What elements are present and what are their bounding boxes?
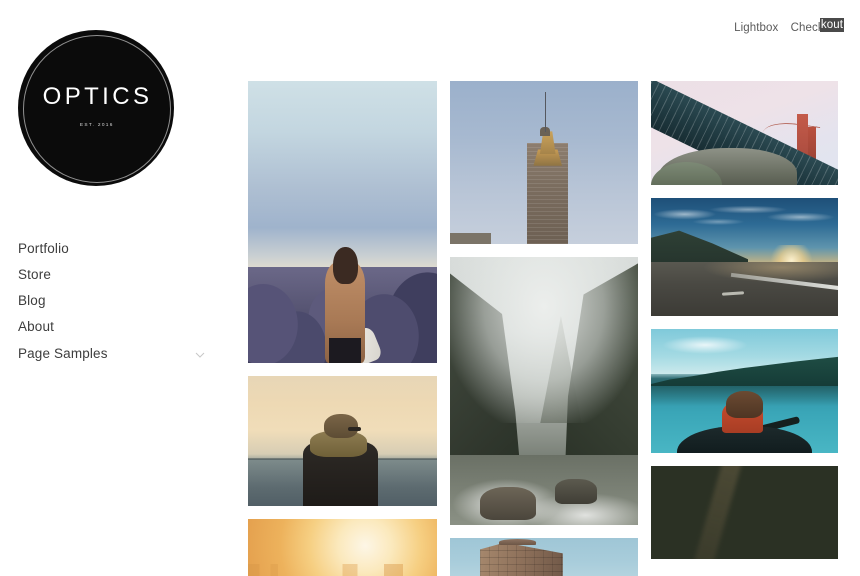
photo-scarf-portrait	[248, 376, 437, 506]
gallery-tile-golden-haze[interactable]	[248, 519, 437, 576]
nav-label-portfolio: Portfolio	[18, 241, 69, 256]
nav-item-portfolio[interactable]: Portfolio	[18, 236, 218, 262]
photo-mountain-road-sunset	[651, 198, 838, 316]
header-utility-links: Lightbox Checkout kout	[734, 18, 844, 36]
nav-label-about: About	[18, 319, 55, 334]
photo-golden-gate-bridge	[651, 81, 838, 185]
nav-item-store[interactable]: Store	[18, 262, 218, 288]
portfolio-gallery	[248, 81, 838, 576]
gallery-tile-surfer[interactable]	[248, 81, 437, 363]
gallery-tile-scarf-portrait[interactable]	[248, 376, 437, 506]
nav-label-page-samples: Page Samples	[18, 346, 108, 361]
nav-item-about[interactable]: About	[18, 314, 218, 340]
gallery-column-2	[450, 81, 638, 576]
photo-canoe-on-lake	[651, 329, 838, 453]
photo-aerial-autumn-forest	[651, 466, 838, 559]
gallery-tile-empire-state[interactable]	[450, 81, 638, 244]
site-logo[interactable]: OPTICS EST. 2016	[18, 30, 174, 186]
photo-misty-canyon	[450, 257, 638, 525]
gallery-column-3	[651, 81, 838, 559]
gallery-tile-canoe-lake[interactable]	[651, 329, 838, 453]
gallery-column-1	[248, 81, 437, 576]
header-link-separator	[783, 22, 786, 34]
logo-established-text: EST. 2016	[79, 122, 114, 128]
gallery-tile-autumn-forest[interactable]	[651, 466, 838, 559]
nav-item-blog[interactable]: Blog	[18, 288, 218, 314]
photo-golden-haze	[248, 519, 437, 576]
gallery-tile-mountain-road[interactable]	[651, 198, 838, 316]
nav-label-store: Store	[18, 267, 52, 282]
photo-surfer	[248, 81, 437, 363]
checkout-overlap-highlight: kout	[819, 18, 844, 32]
photo-flatiron-building	[450, 538, 638, 576]
gallery-tile-golden-gate[interactable]	[651, 81, 838, 185]
sidebar: OPTICS EST. 2016 Portfolio Store Blog Ab…	[0, 0, 248, 576]
photo-empire-state-building	[450, 81, 638, 244]
header-bar: Lightbox Checkout kout	[0, 0, 860, 46]
chevron-down-icon[interactable]	[195, 350, 205, 359]
lightbox-link[interactable]: Lightbox	[734, 22, 778, 34]
main-navigation: Portfolio Store Blog About Page Samples	[18, 236, 218, 367]
gallery-tile-flatiron[interactable]	[450, 538, 638, 576]
logo-title: OPTICS	[42, 83, 153, 110]
portfolio-page: Lightbox Checkout kout OPTICS EST. 2016 …	[0, 0, 860, 576]
nav-label-blog: Blog	[18, 293, 46, 308]
nav-item-page-samples[interactable]: Page Samples	[18, 341, 218, 367]
gallery-tile-misty-canyon[interactable]	[450, 257, 638, 525]
logo-circle: OPTICS EST. 2016	[18, 30, 174, 186]
